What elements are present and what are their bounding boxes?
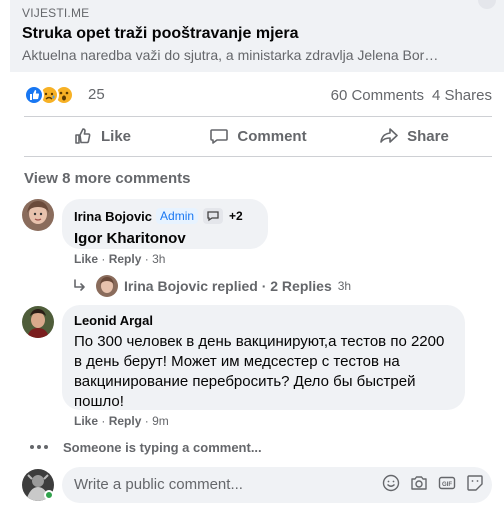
svg-text:GIF: GIF [442,482,452,488]
like-icon [24,85,44,105]
sticker-icon[interactable] [466,474,484,492]
avatar[interactable] [22,306,54,338]
replies-thread-link[interactable]: Irina Bojovic replied · 2 Replies 3h [72,275,352,297]
shares-count[interactable]: 4 Shares [432,87,492,104]
composer-tools: GIF [382,474,484,492]
reply-avatar [96,275,118,297]
share-icon [380,128,398,143]
comment-meta: Like · Reply · 3h [74,252,166,266]
emoji-icon[interactable] [382,474,400,492]
comment-author[interactable]: Leonid Argal [74,313,453,328]
comment-text: Igor Kharitonov [74,230,186,247]
replies-time: 3h [337,279,352,293]
admin-badge: Admin [156,208,199,224]
link-source: VIJESTI.ME [22,6,90,20]
typing-indicator: Someone is typing a comment... [30,439,262,455]
comments-count[interactable]: 60 Comments [331,87,424,104]
comment-time[interactable]: 3h [152,252,165,266]
reaction-count[interactable]: 25 [88,86,105,103]
view-more-comments-link[interactable]: View 8 more comments [24,170,190,187]
comment-composer[interactable]: Write a public comment... GIF [62,467,492,503]
post-actions: Like Comment Share [24,118,492,154]
gif-icon[interactable]: GIF [438,474,456,492]
divider [24,116,492,117]
link-title[interactable]: Struka opet traži pooštravanje mjera [22,25,492,43]
comment-time[interactable]: 9m [152,414,169,428]
thumbs-up-icon [75,128,91,144]
comment-author[interactable]: Irina Bojovic [74,209,152,224]
comment-bubble: Leonid Argal По 300 человек в день вакци… [62,305,465,410]
reactions-bar: 25 60 Comments 4 Shares [24,84,494,106]
reply-arrow-icon [74,279,85,291]
divider [24,156,492,157]
comment-label: Comment [237,127,307,145]
comment-like-link[interactable]: Like [74,252,98,266]
link-preview-card[interactable]: VIJESTI.ME Struka opet traži pooštravanj… [10,0,504,72]
typing-dots-icon [30,445,48,449]
comment-button[interactable]: Comment [180,118,336,154]
comment-meta: Like · Reply · 9m [74,414,169,428]
comment-like-link[interactable]: Like [74,414,98,428]
comment-reply-link[interactable]: Reply [109,414,142,428]
comment-icon [210,129,229,144]
badge-icon [203,208,224,224]
comment-text: По 300 человек в день вакцинируют,а тест… [74,333,445,410]
comment-reply-link[interactable]: Reply [109,252,142,266]
online-status-dot [44,490,54,500]
like-button[interactable]: Like [24,118,180,154]
replies-summary: Irina Bojovic replied · 2 Replies [124,278,332,294]
badge-extra[interactable]: +2 [229,209,243,223]
like-label: Like [100,127,131,145]
link-description: Aktuelna naredba važi do sjutra, a minis… [22,47,439,63]
typing-text: Someone is typing a comment... [63,439,262,455]
camera-icon[interactable] [410,474,428,492]
comment-input[interactable]: Write a public comment... [74,476,243,493]
share-label: Share [407,127,449,145]
share-button[interactable]: Share [336,118,492,154]
avatar[interactable] [22,199,54,231]
comment-bubble: Irina Bojovic Admin +2 Igor Kharitonov [62,199,268,249]
